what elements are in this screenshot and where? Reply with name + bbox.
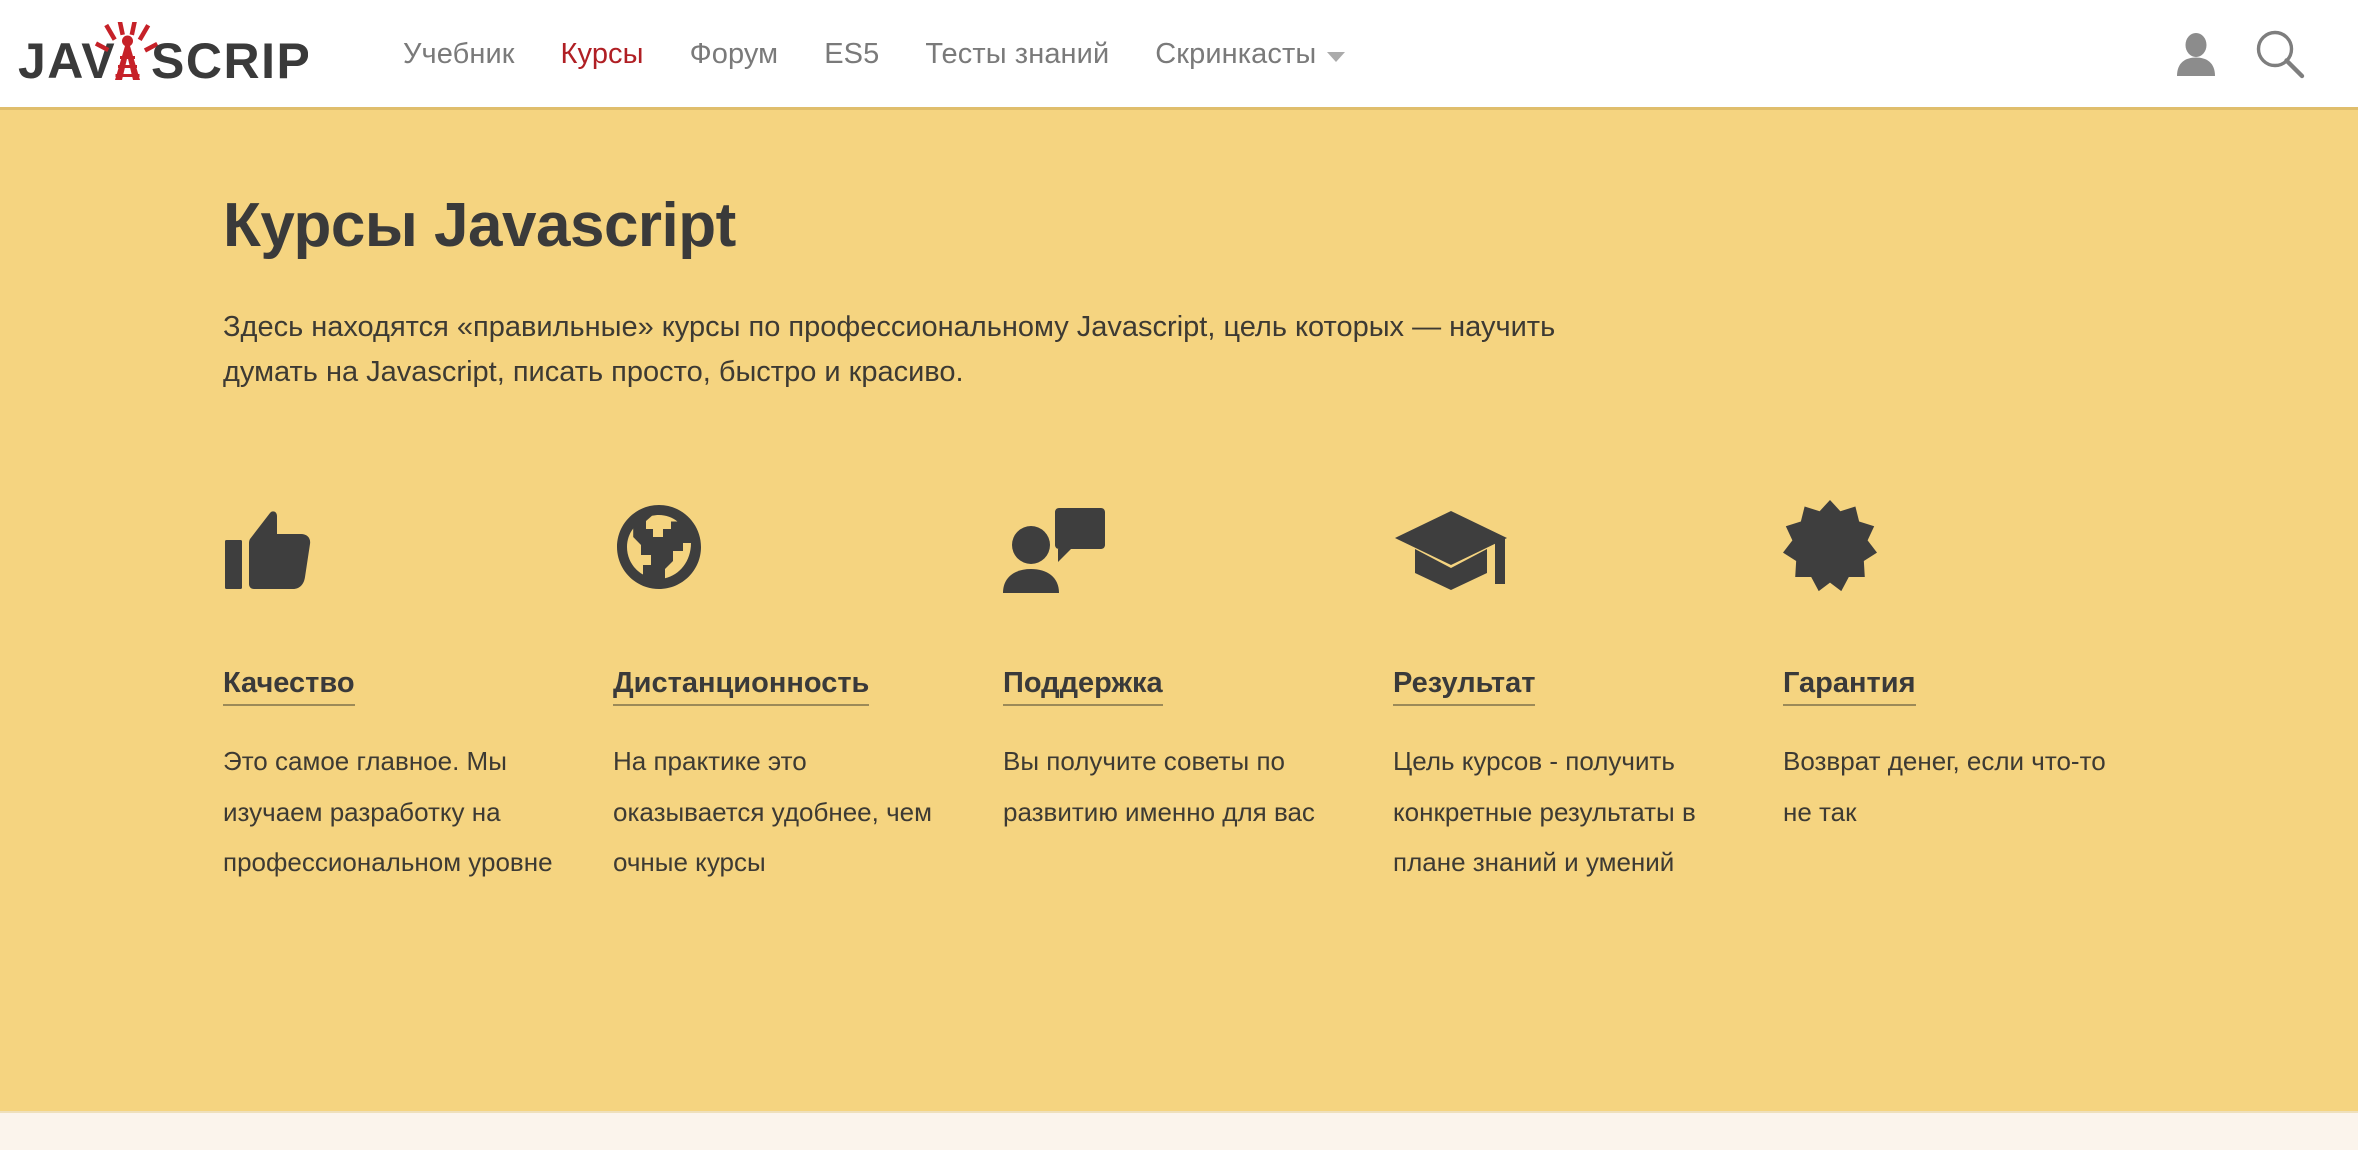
feature-text-support: Вы получите советы по развитию именно дл… [1003,746,1315,827]
feature-text-quality: Это самое главное. Мы изучаем разработку… [223,746,553,878]
support-chat-icon [1003,508,1105,594]
hero-lead-paragraph: Здесь находятся «правильные» курсы по пр… [223,311,1556,389]
award-seal-icon [1783,500,1877,592]
feature-text-remote: На практике это оказывается удобнее, чем… [613,746,932,878]
feature-card-support: Поддержка Вы получите советы по развитию… [1003,483,1393,888]
header-actions [2154,12,2358,96]
thumbs-up-icon [225,511,311,590]
user-account-button[interactable] [2154,12,2238,96]
feature-icon-wrap [1783,483,2131,593]
logo-svg: JAV SCRIPT.RU [18,21,308,86]
main-navigation: Учебник Курсы Форум ES5 Тесты знаний Скр… [380,32,2154,77]
page-title: Курсы Javascript [223,191,736,260]
feature-card-remote: Дистанционность На практике это оказывае… [613,483,1003,888]
search-icon [2256,30,2305,78]
graduation-cap-icon [1395,511,1507,591]
feature-icon-wrap [613,483,961,593]
feature-title-result[interactable]: Результат [1393,667,1536,707]
nav-item-courses[interactable]: Курсы [538,32,667,77]
nav-item-screencasts-label: Скринкасты [1155,38,1317,70]
feature-title-support[interactable]: Поддержка [1003,667,1163,707]
feature-icon-wrap [1393,483,1741,593]
feature-icon-wrap [223,483,571,593]
hero-section: Курсы Javascript Здесь находятся «правил… [0,107,2358,1111]
feature-text-result: Цель курсов - получить конкретные резуль… [1393,746,1696,878]
feature-title-guarantee[interactable]: Гарантия [1783,667,1916,707]
feature-list: Качество Это самое главное. Мы изучаем р… [223,395,2358,888]
search-button[interactable] [2238,12,2322,96]
feature-card-quality: Качество Это самое главное. Мы изучаем р… [223,483,613,888]
svg-text:JAV: JAV [18,33,116,86]
site-logo[interactable]: JAV SCRIPT.RU [18,21,308,86]
hero-content: Курсы Javascript Здесь находятся «правил… [0,110,2358,888]
feature-icon-wrap [1003,483,1351,594]
globe-icon [617,505,701,590]
feature-title-quality[interactable]: Качество [223,667,355,707]
nav-item-screencasts[interactable]: Скринкасты [1132,32,1368,77]
user-account-icon [2177,32,2215,76]
nav-item-tests[interactable]: Тесты знаний [902,32,1132,77]
nav-item-es5[interactable]: ES5 [801,32,902,77]
nav-item-textbook[interactable]: Учебник [380,32,538,77]
content-section-below-hero [0,1111,2358,1150]
site-header: JAV SCRIPT.RU [0,0,2358,107]
nav-item-forum[interactable]: Форум [667,32,802,77]
feature-card-guarantee: Гарантия Возврат денег, если что-то не т… [1783,483,2173,888]
feature-text-guarantee: Возврат денег, если что-то не так [1783,746,2106,827]
chevron-down-icon [1327,52,1346,62]
feature-card-result: Результат Цель курсов - получить конкрет… [1393,483,1783,888]
svg-text:SCRIPT.RU: SCRIPT.RU [151,33,308,86]
feature-title-remote[interactable]: Дистанционность [613,667,870,707]
